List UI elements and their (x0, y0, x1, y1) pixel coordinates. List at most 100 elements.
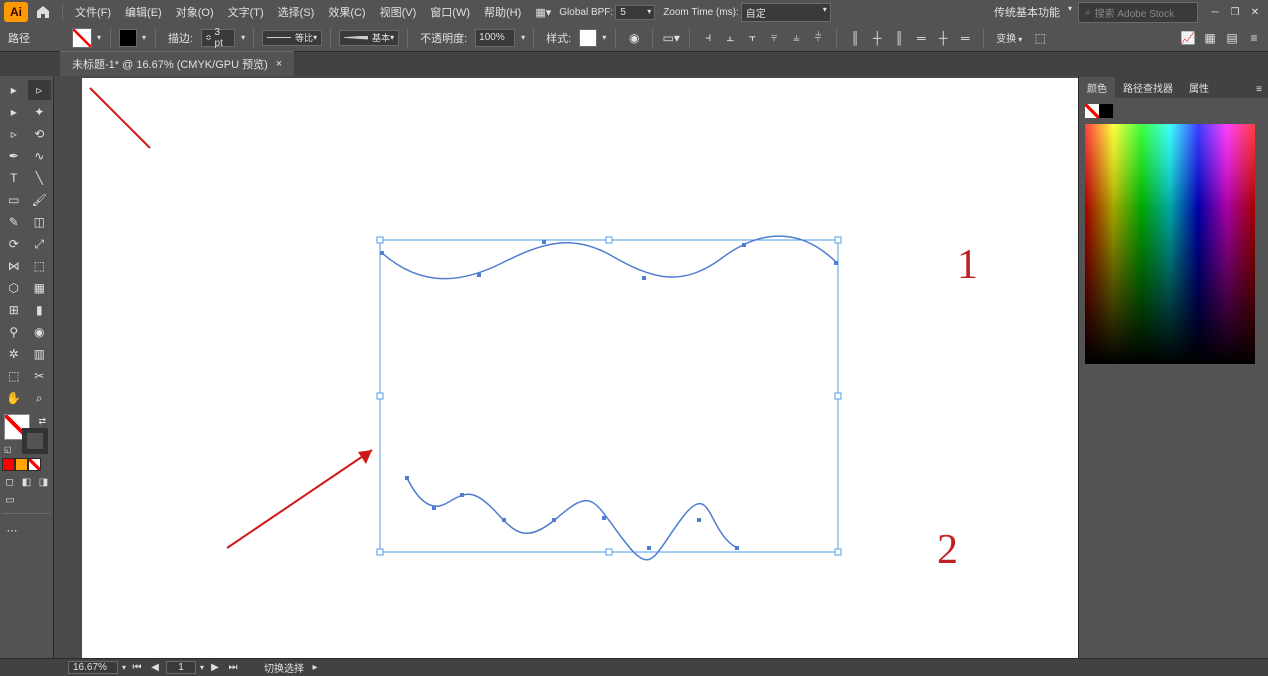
rectangle-tool-icon[interactable]: ▭ (2, 190, 26, 210)
align-right-icon[interactable]: ⫟ (742, 28, 762, 48)
panel-tab-pathfinder[interactable]: 路径查找器 (1115, 77, 1181, 98)
column-graph-tool-icon[interactable]: ▥ (28, 344, 52, 364)
blend-tool-icon[interactable]: ◉ (28, 322, 52, 342)
align-to-icon[interactable]: ▭▾ (661, 28, 681, 48)
panel-fill-stroke[interactable] (1085, 104, 1262, 118)
panel-menu-icon[interactable]: ≡ (1250, 81, 1268, 98)
zoom-dropdown-icon[interactable]: ▾ (122, 663, 126, 672)
hand-tool-icon[interactable]: ✋ (2, 388, 26, 408)
transform-button[interactable]: 变换 (992, 30, 1026, 45)
status-dropdown-icon[interactable]: ▸ (308, 662, 322, 673)
isolate-icon[interactable]: ⬚ (1030, 28, 1050, 48)
tab-close-icon[interactable]: × (276, 58, 282, 70)
stroke-swatch[interactable] (119, 29, 137, 47)
dist-v-center-icon[interactable]: ┼ (933, 28, 953, 48)
graphic-style-swatch[interactable] (579, 29, 597, 47)
app-logo[interactable]: Ai (4, 2, 28, 22)
brush-definition-dropdown[interactable]: 基本▾ (339, 30, 399, 46)
dist-h-right-icon[interactable]: ║ (889, 28, 909, 48)
fill-stroke-control[interactable]: ⇄ ◱ (2, 414, 50, 454)
lasso-tool-icon[interactable]: ⟲ (28, 124, 52, 144)
dist-h-center-icon[interactable]: ┼ (867, 28, 887, 48)
panel-fill-icon[interactable] (1085, 104, 1099, 118)
canvas-area[interactable]: 1 2 (54, 76, 1078, 658)
stroke-profile-dropdown[interactable]: 等比▾ (262, 30, 322, 46)
align-left-icon[interactable]: ⫞ (698, 28, 718, 48)
stroke-color-icon[interactable] (22, 428, 48, 454)
artboard[interactable]: 1 2 (82, 78, 1078, 658)
paintbrush-tool-icon[interactable]: 🖌 (28, 190, 52, 210)
stroke-weight-input[interactable]: ≎ 3 pt (201, 29, 235, 47)
next-artboard-icon[interactable]: ▶ (208, 662, 222, 673)
magic-wand-tool-icon[interactable]: ✦ (28, 102, 52, 122)
align-top-icon[interactable]: ⫧ (764, 28, 784, 48)
search-stock[interactable]: ⌕ 搜索 Adobe Stock (1078, 2, 1198, 23)
slice-tool-icon[interactable]: ✂ (28, 366, 52, 386)
perspective-grid-tool-icon[interactable]: ▦ (28, 278, 52, 298)
direct-selection-tool-icon[interactable]: ▹ (2, 124, 26, 144)
artboard-number-input[interactable]: 1 (166, 661, 196, 674)
first-artboard-icon[interactable]: ⏮ (130, 662, 144, 673)
menu-object[interactable]: 对象(O) (170, 2, 220, 22)
symbol-sprayer-tool-icon[interactable]: ✲ (2, 344, 26, 364)
dist-v-top-icon[interactable]: ═ (911, 28, 931, 48)
dist-h-left-icon[interactable]: ║ (845, 28, 865, 48)
swap-fill-stroke-icon[interactable]: ⇄ (38, 416, 46, 427)
workspace-switcher[interactable]: 传统基本功能 (986, 2, 1076, 22)
preferences-icon[interactable]: ≡ (1244, 28, 1264, 48)
selection-tool-icon[interactable]: ▸ (2, 102, 26, 122)
restore-button[interactable]: ❐ (1226, 5, 1244, 19)
draw-normal-icon[interactable]: ◻ (2, 475, 17, 489)
line-segment-tool-icon[interactable]: ╲ (28, 168, 52, 188)
color-swatch[interactable] (15, 458, 28, 471)
scale-tool-icon[interactable]: ⤢ (28, 234, 52, 254)
last-artboard-icon[interactable]: ⏭ (226, 662, 240, 673)
shape-builder-tool-icon[interactable]: ⬡ (2, 278, 26, 298)
color-swatch[interactable] (2, 458, 15, 471)
snap-pixel-icon[interactable]: ▦ (1200, 28, 1220, 48)
panel-stroke-icon[interactable] (1099, 104, 1113, 118)
artboard-tool-icon[interactable]: ⬚ (2, 366, 26, 386)
direct-selection-tab-icon[interactable]: ▹ (28, 80, 52, 100)
draw-inside-icon[interactable]: ◨ (36, 475, 51, 489)
curvature-tool-icon[interactable]: ∿ (28, 146, 52, 166)
dist-v-bottom-icon[interactable]: ═ (955, 28, 975, 48)
prev-artboard-icon[interactable]: ◀ (148, 662, 162, 673)
dropdown-arrow-icon[interactable]: ▾ (521, 33, 525, 42)
doc-setup-icon[interactable]: ▤ (1222, 28, 1242, 48)
eraser-tool-icon[interactable]: ◫ (28, 212, 52, 232)
color-spectrum-picker[interactable] (1085, 124, 1255, 364)
zoom-level-input[interactable]: 16.67% (68, 661, 118, 674)
menu-window[interactable]: 窗口(W) (424, 2, 476, 22)
free-transform-tool-icon[interactable]: ⬚ (28, 256, 52, 276)
global-bpf-dropdown[interactable]: 5 (615, 5, 655, 20)
minimize-button[interactable]: ─ (1206, 5, 1224, 19)
fill-swatch[interactable] (72, 28, 92, 48)
mesh-tool-icon[interactable]: ⊞ (2, 300, 26, 320)
edit-toolbar-icon[interactable]: ⋯ (2, 520, 22, 540)
panel-tab-color[interactable]: 颜色 (1079, 77, 1115, 98)
menu-type[interactable]: 文字(T) (222, 2, 270, 22)
document-tab[interactable]: 未标题-1* @ 16.67% (CMYK/GPU 预览) × (60, 51, 294, 76)
menu-help[interactable]: 帮助(H) (478, 2, 527, 22)
recolor-artwork-icon[interactable]: ◉ (624, 28, 644, 48)
eyedropper-tool-icon[interactable]: ⚲ (2, 322, 26, 342)
dropdown-arrow-icon[interactable]: ▾ (241, 33, 245, 42)
zoom-tool-icon[interactable]: ⌕ (28, 388, 52, 408)
menu-select[interactable]: 选择(S) (272, 2, 321, 22)
type-tool-icon[interactable]: T (2, 168, 26, 188)
gradient-tool-icon[interactable]: ▮ (28, 300, 52, 320)
close-button[interactable]: ✕ (1246, 5, 1264, 19)
layout-icon[interactable]: ▦▾ (535, 4, 551, 20)
shaper-tool-icon[interactable]: ✎ (2, 212, 26, 232)
menu-edit[interactable]: 编辑(E) (119, 2, 168, 22)
menu-view[interactable]: 视图(V) (374, 2, 423, 22)
menu-effect[interactable]: 效果(C) (322, 2, 371, 22)
graph-icon[interactable]: 📈 (1178, 28, 1198, 48)
rotate-tool-icon[interactable]: ⟳ (2, 234, 26, 254)
opacity-input[interactable]: 100% (475, 29, 515, 47)
none-swatch[interactable] (28, 458, 41, 471)
artboard-dropdown-icon[interactable]: ▾ (200, 663, 204, 672)
selection-tab-icon[interactable]: ▸ (2, 80, 26, 100)
draw-behind-icon[interactable]: ◧ (19, 475, 34, 489)
